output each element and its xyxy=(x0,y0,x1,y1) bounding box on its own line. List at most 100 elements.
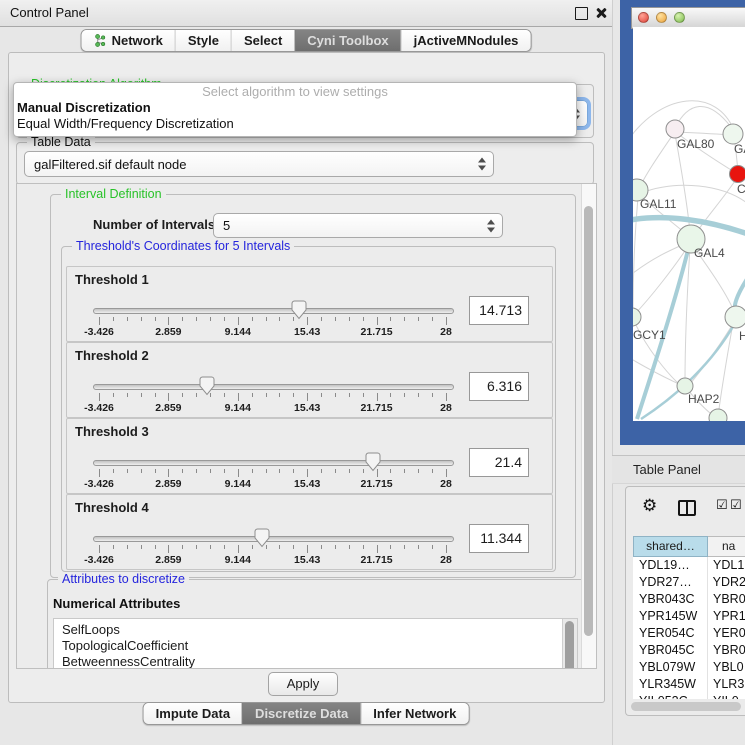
threshold-value-field[interactable]: 11.344 xyxy=(469,524,529,553)
algorithm-dropdown-popup: Select algorithm to view settings Manual… xyxy=(13,82,577,137)
slider-thumb[interactable] xyxy=(291,300,307,320)
network-canvas[interactable]: GAL80GACGAL11GAL4GCY1HHAP2 xyxy=(633,27,745,421)
zoom-button[interactable] xyxy=(674,12,685,23)
slider-tick xyxy=(432,469,433,473)
float-window-icon[interactable] xyxy=(575,7,588,20)
cell-shared-name: YBR045C xyxy=(633,642,708,659)
slider-thumb[interactable] xyxy=(365,452,381,472)
slider-tick xyxy=(155,545,156,549)
slider-tick xyxy=(446,317,447,325)
table-row[interactable]: YBL079WYBL0 xyxy=(633,659,745,676)
minimize-button[interactable] xyxy=(656,12,667,23)
slider-tick xyxy=(99,545,100,553)
slider-track[interactable] xyxy=(93,308,454,314)
slider-tick xyxy=(390,545,391,549)
threshold-value-field[interactable]: 6.316 xyxy=(469,372,529,401)
slider-tick xyxy=(321,545,322,549)
table-row[interactable]: YPR145WYPR1 xyxy=(633,608,745,625)
slider-tick xyxy=(196,545,197,549)
network-node-c[interactable] xyxy=(730,166,745,183)
table-row[interactable]: YIL052CYIL0 xyxy=(633,693,745,699)
slider-track[interactable] xyxy=(93,384,454,390)
slider-tick xyxy=(335,393,336,397)
apply-button[interactable]: Apply xyxy=(268,672,338,696)
table-row[interactable]: YBR043CYBR0 xyxy=(633,591,745,608)
table-hscrollbar[interactable] xyxy=(631,702,744,712)
table-data-combobox[interactable]: galFiltered.sif default node xyxy=(24,151,494,177)
table-row[interactable]: YER054CYER0 xyxy=(633,625,745,642)
slider-tick xyxy=(196,469,197,473)
tab-infer-network[interactable]: Infer Network xyxy=(360,703,468,724)
slider-tick xyxy=(349,545,350,549)
column-header-name[interactable]: na xyxy=(708,536,745,557)
slider-tick xyxy=(113,469,114,473)
slider-tick xyxy=(307,393,308,401)
threshold-value-field[interactable]: 14.713 xyxy=(469,296,529,325)
column-header-shared-name[interactable]: shared… xyxy=(633,536,708,557)
slider-tick xyxy=(113,393,114,397)
tab-impute-data[interactable]: Impute Data xyxy=(144,703,242,724)
tab-jactivemnodules[interactable]: jActiveMNodules xyxy=(401,30,531,51)
slider-scale-label: 9.144 xyxy=(225,326,251,338)
attribute-item-betweennesscentrality[interactable]: BetweennessCentrality xyxy=(54,654,577,669)
combo-stepper-icon xyxy=(487,219,495,232)
scrollbar-thumb[interactable] xyxy=(584,206,593,636)
slider-tick xyxy=(224,469,225,473)
threshold-label: Threshold 3 xyxy=(75,424,149,439)
network-node-h[interactable] xyxy=(725,306,745,328)
network-node-gcy1[interactable] xyxy=(633,308,641,326)
slider-tick xyxy=(252,469,253,473)
gear-icon[interactable]: ⚙ xyxy=(642,497,657,514)
slider-tick xyxy=(127,317,128,321)
tab-select[interactable]: Select xyxy=(231,30,294,51)
threshold-value-field[interactable]: 21.4 xyxy=(469,448,529,477)
slider-tick xyxy=(224,317,225,321)
slider-scale-labels: -3.4262.8599.14415.4321.71528 xyxy=(99,478,446,490)
cell-shared-name: YIL052C xyxy=(633,693,708,699)
slider-thumb[interactable] xyxy=(254,528,270,548)
dropdown-option-manual-discretization[interactable]: Manual Discretization xyxy=(14,100,576,116)
close-window-icon[interactable] xyxy=(595,7,606,18)
attribute-item-topologicalcoefficient[interactable]: TopologicalCoefficient xyxy=(54,638,577,654)
dropdown-option-equal-width-frequency[interactable]: Equal Width/Frequency Discretization xyxy=(14,116,576,132)
threshold-label: Threshold 2 xyxy=(75,348,149,363)
slider-tick xyxy=(418,469,419,473)
pane-scrollbar[interactable] xyxy=(581,184,596,668)
slider-tick xyxy=(168,545,169,553)
split-columns-icon[interactable] xyxy=(678,500,696,516)
number-of-intervals-combobox[interactable]: 5 xyxy=(213,213,503,238)
table-row[interactable]: YBR045CYBR0 xyxy=(633,642,745,659)
network-node-ga[interactable] xyxy=(723,124,743,144)
scrollbar-thumb[interactable] xyxy=(565,621,574,669)
network-node[interactable] xyxy=(709,409,727,421)
cell-shared-name: YPR145W xyxy=(633,608,708,625)
slider-tick xyxy=(224,393,225,397)
tab-cyni-toolbox[interactable]: Cyni Toolbox xyxy=(294,30,400,51)
table-row[interactable]: YLR345WYLR3 xyxy=(633,676,745,693)
table-row[interactable]: YDL19…YDL1 xyxy=(633,557,745,574)
table-body: YDL19…YDL1YDR27…YDR2YBR043CYBR0YPR145WYP… xyxy=(633,557,745,699)
slider-track[interactable] xyxy=(93,460,454,466)
slider-tick xyxy=(141,545,142,549)
slider-tick xyxy=(238,545,239,553)
table-panel-header: Table Panel xyxy=(612,455,745,484)
top-tab-bar: NetworkStyleSelectCyni ToolboxjActiveMNo… xyxy=(81,29,532,52)
tab-style[interactable]: Style xyxy=(175,30,231,51)
checkbox-icon[interactable]: ☑ xyxy=(716,497,728,513)
network-node-gal80[interactable] xyxy=(666,120,684,138)
slider-tick xyxy=(432,393,433,397)
scrollbar-thumb[interactable] xyxy=(631,702,741,711)
attributes-group: Attributes to discretize Numerical Attri… xyxy=(47,579,588,669)
attribute-item-selfloops[interactable]: SelfLoops xyxy=(54,622,577,638)
checkbox-icon[interactable]: ☑ xyxy=(730,497,742,513)
slider-track[interactable] xyxy=(93,536,454,542)
table-data-group: Table Data galFiltered.sif default node xyxy=(16,142,594,185)
table-row[interactable]: YDR27…YDR2 xyxy=(633,574,745,591)
close-button[interactable] xyxy=(638,12,649,23)
slider-thumb[interactable] xyxy=(199,376,215,396)
slider-tick xyxy=(390,469,391,473)
tab-network[interactable]: Network xyxy=(82,30,175,51)
node-label: C xyxy=(737,182,745,196)
list-scrollbar[interactable] xyxy=(562,619,577,669)
tab-discretize-data[interactable]: Discretize Data xyxy=(242,703,360,724)
